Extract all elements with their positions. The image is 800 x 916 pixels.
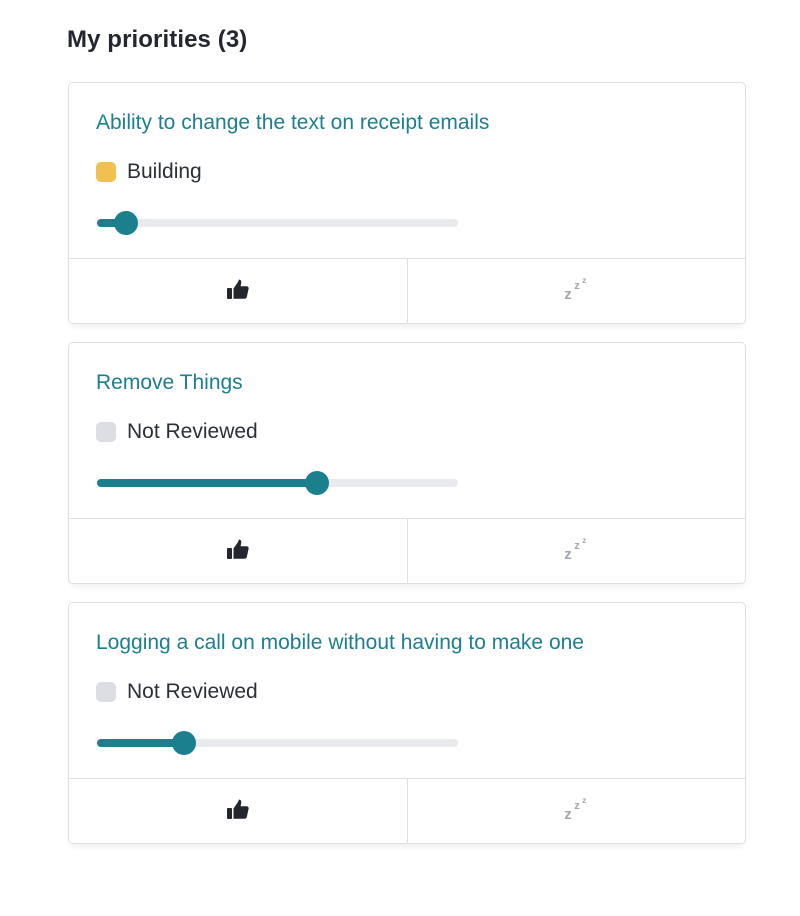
status-label: Building xyxy=(127,160,202,183)
snooze-icon: zzz xyxy=(564,796,587,823)
priority-slider[interactable] xyxy=(97,471,458,495)
snooze-icon: zzz xyxy=(564,276,587,303)
status-indicator xyxy=(96,682,116,702)
snooze-button[interactable]: zzz xyxy=(406,519,746,583)
card-actions: zzz xyxy=(69,778,745,843)
upvote-button[interactable] xyxy=(69,519,407,583)
priority-card: Remove Things Not Reviewed z z z xyxy=(68,342,746,584)
card-actions: zzz xyxy=(69,518,745,583)
status-indicator xyxy=(96,422,116,442)
priority-title[interactable]: Ability to change the text on receipt em… xyxy=(96,111,489,135)
snooze-button[interactable]: zzz xyxy=(406,259,746,323)
priority-card: Logging a call on mobile without having … xyxy=(68,602,746,844)
priority-title[interactable]: Logging a call on mobile without having … xyxy=(96,631,584,655)
slider-handle[interactable] xyxy=(172,731,196,755)
status-indicator xyxy=(96,162,116,182)
priority-slider[interactable] xyxy=(97,731,458,755)
slider-track[interactable] xyxy=(97,219,458,227)
page-title: My priorities (3) xyxy=(67,26,248,53)
status-badge: Not Reviewed xyxy=(96,679,258,705)
slider-fill xyxy=(97,739,184,747)
priority-slider[interactable] xyxy=(97,211,458,235)
slider-handle[interactable] xyxy=(114,211,138,235)
status-badge: Not Reviewed xyxy=(96,419,258,445)
upvote-button[interactable] xyxy=(69,779,407,843)
thumbs-up-icon xyxy=(226,279,249,304)
slider-handle[interactable] xyxy=(305,471,329,495)
snooze-icon: zzz xyxy=(564,536,587,563)
thumbs-up-icon xyxy=(226,539,249,564)
status-label: Not Reviewed xyxy=(127,420,258,443)
thumbs-up-icon xyxy=(226,799,249,824)
status-badge: Building xyxy=(96,159,202,185)
priority-card: Ability to change the text on receipt em… xyxy=(68,82,746,324)
upvote-button[interactable] xyxy=(69,259,407,323)
card-actions: zzz xyxy=(69,258,745,323)
priority-title[interactable]: Remove Things xyxy=(96,371,243,395)
status-label: Not Reviewed xyxy=(127,680,258,703)
snooze-button[interactable]: zzz xyxy=(406,779,746,843)
slider-fill xyxy=(97,479,317,487)
